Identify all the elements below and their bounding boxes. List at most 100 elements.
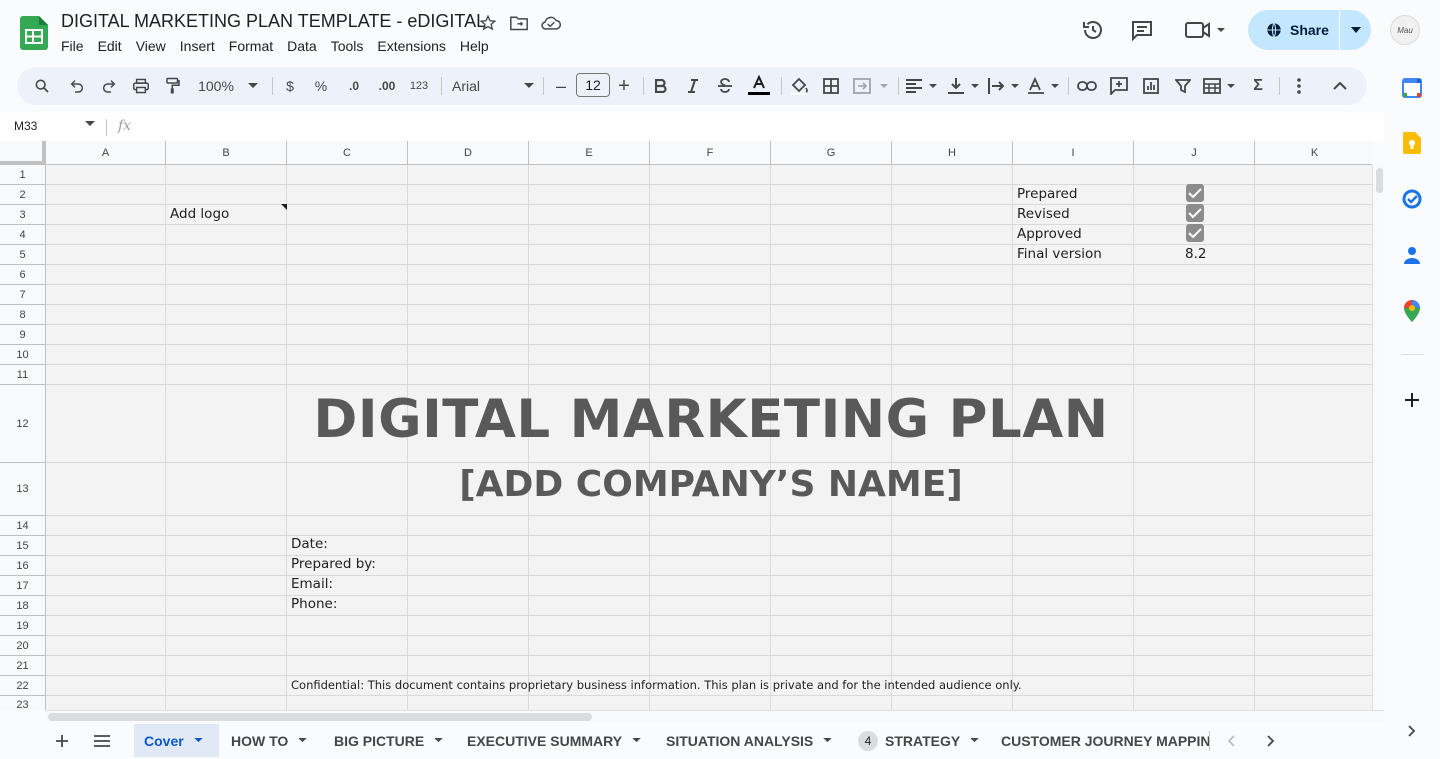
main-title[interactable]: DIGITAL MARKETING PLAN: [288, 389, 1134, 450]
row-header[interactable]: 9: [0, 325, 46, 345]
bold-icon[interactable]: [650, 67, 672, 105]
italic-icon[interactable]: [682, 67, 704, 105]
share-main-button[interactable]: Share: [1248, 10, 1339, 50]
chart-icon[interactable]: [1140, 67, 1162, 105]
share-dropdown-button[interactable]: [1340, 27, 1371, 33]
row-header[interactable]: 14: [0, 516, 46, 536]
scroll-tabs-left-icon[interactable]: [1220, 724, 1242, 757]
table-icon[interactable]: [1202, 67, 1238, 105]
collapse-icon[interactable]: [1329, 67, 1351, 105]
row-header[interactable]: 13: [0, 463, 46, 516]
horizontal-scroll-thumb[interactable]: [48, 713, 592, 721]
vertical-scrollbar[interactable]: [1372, 165, 1384, 710]
column-header[interactable]: H: [892, 141, 1013, 165]
menu-data[interactable]: Data: [280, 37, 324, 55]
comment-add-icon[interactable]: [1108, 67, 1130, 105]
row-header[interactable]: 12: [0, 385, 46, 463]
currency-format-button[interactable]: $: [279, 67, 301, 105]
menu-help[interactable]: Help: [453, 37, 496, 55]
text-color-icon[interactable]: [746, 67, 772, 105]
row-header[interactable]: 22: [0, 676, 46, 696]
status-label-revised[interactable]: Revised: [1017, 206, 1070, 222]
row-header[interactable]: 2: [0, 185, 46, 205]
spreadsheet-grid[interactable]: ABCDEFGHIJK 1 2 3 4 5 6 7 8 9 10 11 12 13 14 15 16 17 18 1…: [0, 141, 1372, 710]
row-header[interactable]: 8: [0, 305, 46, 325]
merge-cells-icon[interactable]: [852, 67, 892, 105]
menu-tools[interactable]: Tools: [324, 37, 371, 55]
sheet-tab-situation-analysis[interactable]: SITUATION ANALYSIS: [656, 724, 842, 757]
contacts-icon[interactable]: [1401, 244, 1423, 266]
increase-font-size-button[interactable]: +: [614, 67, 634, 105]
status-label-approved[interactable]: Approved: [1017, 226, 1082, 242]
align-left-icon[interactable]: [904, 67, 940, 105]
prepared-by-field[interactable]: Prepared by:: [291, 556, 376, 572]
search-icon[interactable]: [29, 67, 55, 105]
more-vert-icon[interactable]: [1288, 67, 1310, 105]
expand-panel-icon[interactable]: [1401, 720, 1423, 742]
menu-insert[interactable]: Insert: [173, 37, 222, 55]
checkbox-prepared[interactable]: [1186, 184, 1204, 202]
sheet-tab-cover[interactable]: Cover: [134, 724, 219, 757]
column-header[interactable]: G: [771, 141, 892, 165]
add-sheet-icon[interactable]: [50, 724, 74, 757]
percent-format-button[interactable]: %: [310, 67, 332, 105]
cloud-saved-icon[interactable]: [540, 12, 562, 34]
row-header[interactable]: 3: [0, 205, 46, 225]
row-header[interactable]: 17: [0, 576, 46, 596]
tasks-icon[interactable]: [1401, 188, 1423, 210]
row-header[interactable]: 19: [0, 616, 46, 636]
strikethrough-icon[interactable]: [714, 67, 736, 105]
vertical-align-icon[interactable]: [946, 67, 982, 105]
all-sheets-icon[interactable]: [90, 724, 114, 757]
select-all-corner[interactable]: [0, 141, 46, 165]
chevron-down-icon[interactable]: [85, 121, 95, 127]
zoom-select[interactable]: 100%: [193, 67, 263, 105]
scroll-tabs-right-icon[interactable]: [1260, 724, 1282, 757]
history-icon[interactable]: [1079, 16, 1107, 44]
font-size-input[interactable]: 12: [576, 73, 610, 97]
borders-icon[interactable]: [820, 67, 842, 105]
company-name[interactable]: [ADD COMPANY’S NAME]: [288, 464, 1134, 505]
name-box[interactable]: M33: [14, 119, 37, 133]
menu-extensions[interactable]: Extensions: [370, 37, 452, 55]
sheet-tab-executive-summary[interactable]: EXECUTIVE SUMMARY: [457, 724, 651, 757]
sheet-tab-how-to[interactable]: HOW TO: [221, 724, 317, 757]
email-field[interactable]: Email:: [291, 576, 333, 592]
paint-format-icon[interactable]: [160, 67, 186, 105]
decrease-decimal-button[interactable]: .0: [341, 67, 367, 105]
font-family-select[interactable]: Arial: [452, 67, 534, 105]
vertical-scroll-thumb[interactable]: [1376, 168, 1383, 193]
maps-icon[interactable]: [1401, 300, 1423, 322]
sheet-tab-big-picture[interactable]: BIG PICTURE: [324, 724, 453, 757]
column-header[interactable]: F: [650, 141, 771, 165]
row-header[interactable]: 21: [0, 656, 46, 676]
share-button[interactable]: Share: [1248, 10, 1371, 50]
move-folder-icon[interactable]: [508, 12, 530, 34]
final-version-value[interactable]: 8.2: [1185, 246, 1206, 262]
column-header[interactable]: J: [1134, 141, 1255, 165]
sheets-logo-icon[interactable]: [20, 16, 48, 50]
phone-field[interactable]: Phone:: [291, 596, 337, 612]
row-header[interactable]: 15: [0, 536, 46, 556]
number-format-button[interactable]: 123: [406, 67, 432, 105]
menu-file[interactable]: File: [54, 37, 91, 55]
checkbox-approved[interactable]: [1186, 224, 1204, 242]
document-title[interactable]: DIGITAL MARKETING PLAN TEMPLATE - eDIGIT…: [61, 11, 486, 32]
menu-edit[interactable]: Edit: [91, 37, 129, 55]
column-header[interactable]: A: [46, 141, 166, 165]
undo-icon[interactable]: [64, 67, 90, 105]
column-header[interactable]: E: [529, 141, 650, 165]
column-header[interactable]: I: [1013, 141, 1134, 165]
column-header[interactable]: C: [287, 141, 408, 165]
row-header[interactable]: 20: [0, 636, 46, 656]
row-header[interactable]: 23: [0, 696, 46, 710]
row-header[interactable]: 5: [0, 245, 46, 265]
add-icon[interactable]: [1401, 389, 1423, 411]
row-header[interactable]: 6: [0, 265, 46, 285]
column-header[interactable]: D: [408, 141, 529, 165]
row-header[interactable]: 11: [0, 365, 46, 385]
avatar[interactable]: Mau: [1390, 15, 1420, 45]
link-icon[interactable]: [1076, 67, 1098, 105]
comment-icon[interactable]: [1128, 16, 1156, 44]
functions-button[interactable]: Σ: [1247, 67, 1269, 105]
